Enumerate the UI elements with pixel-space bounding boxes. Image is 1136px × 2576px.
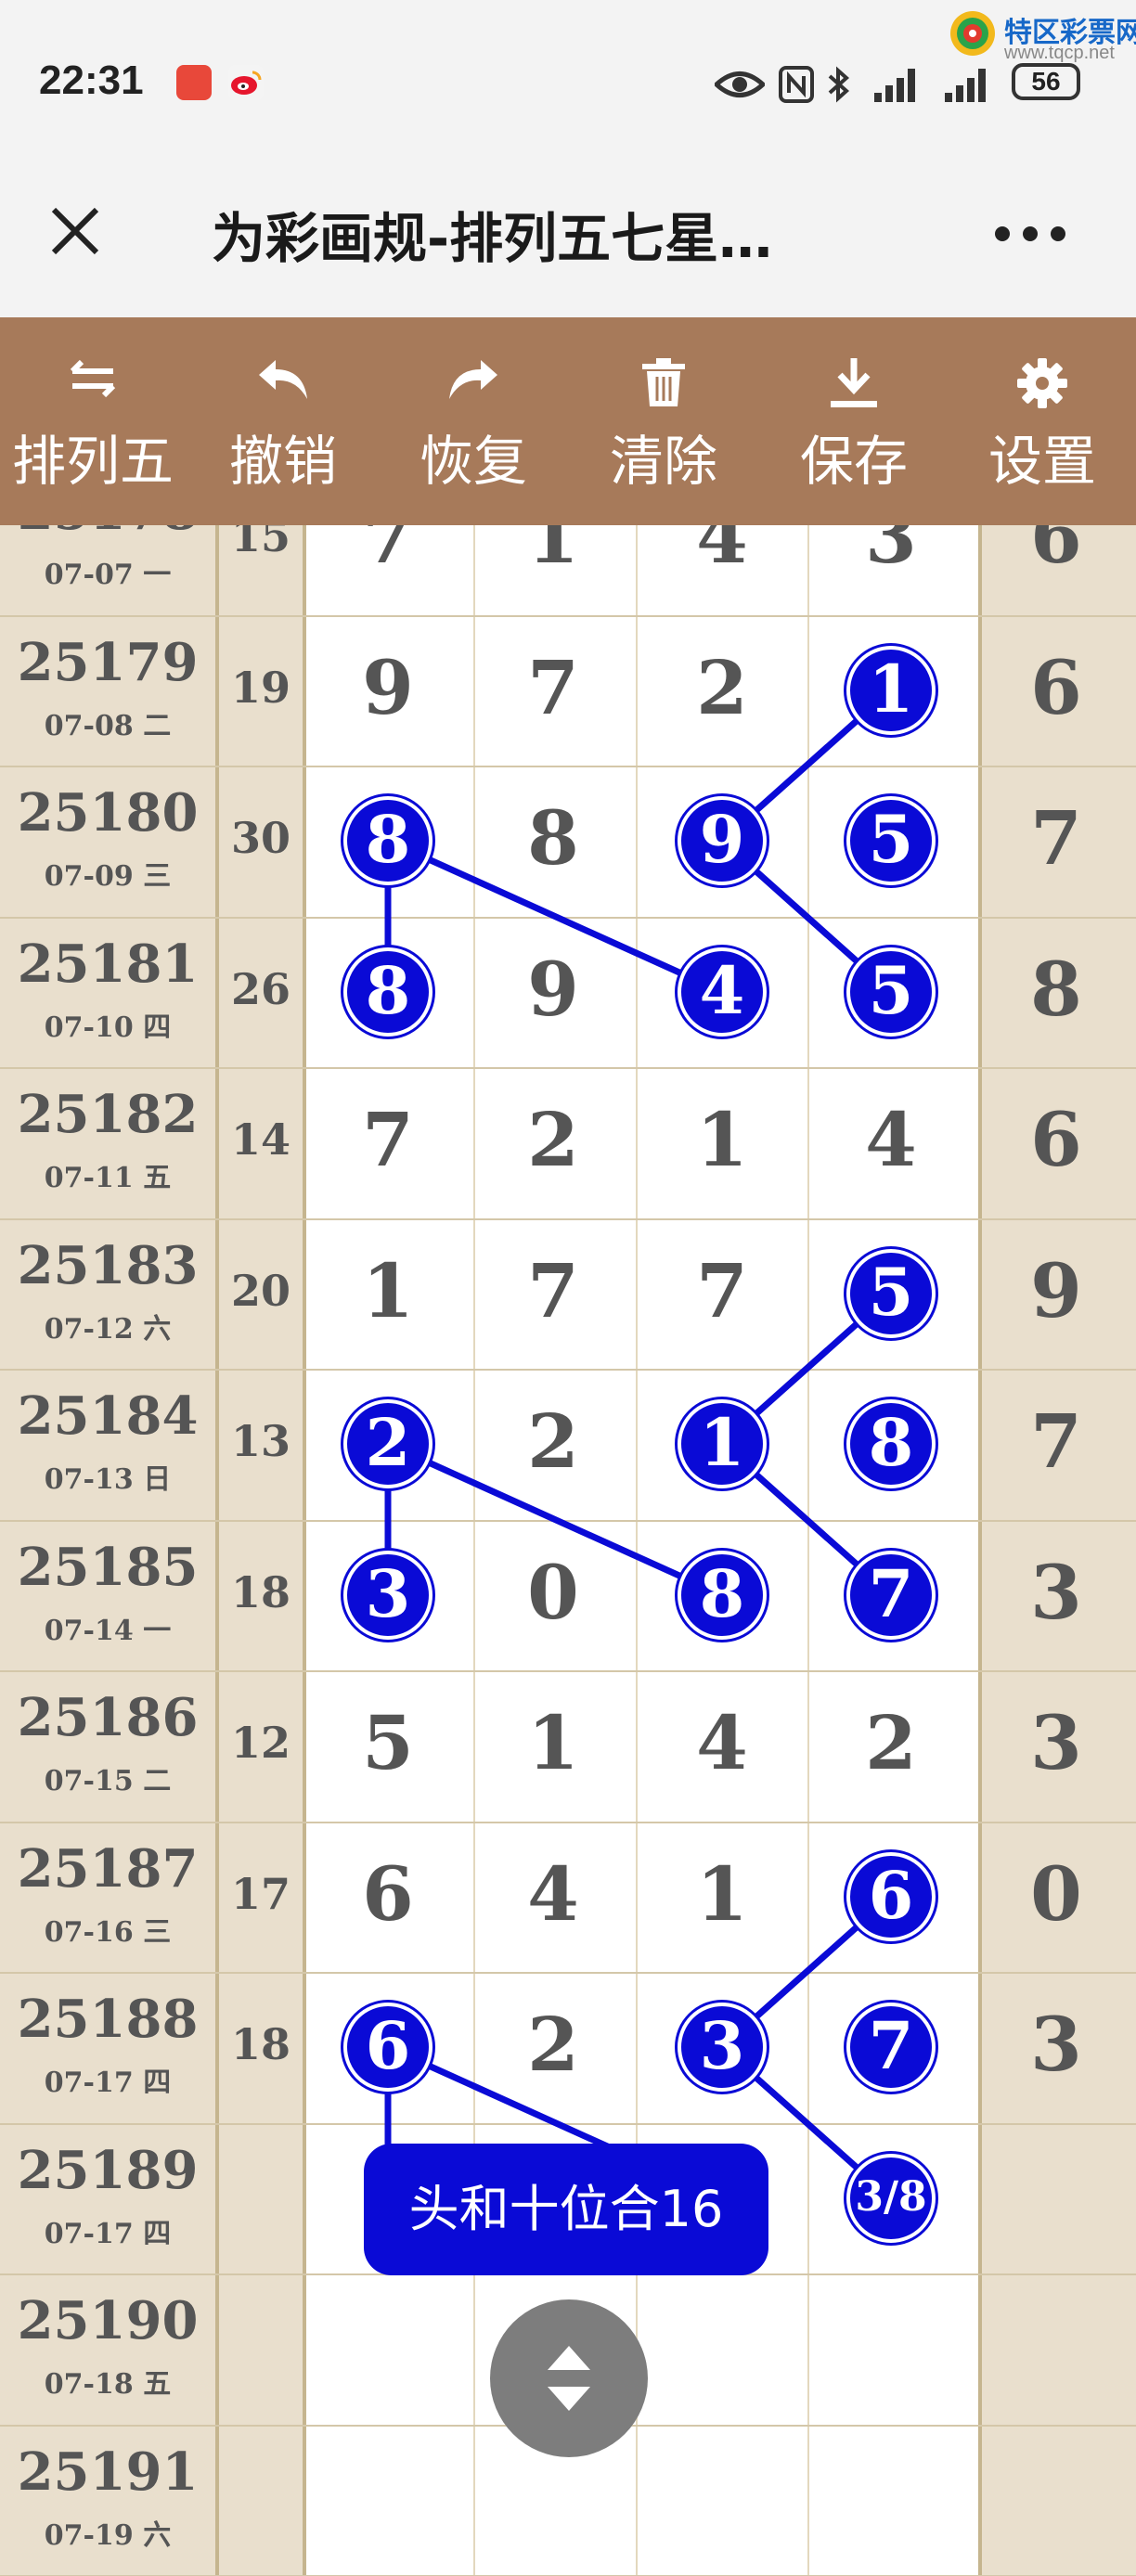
settings-button[interactable]: 设置: [954, 317, 1130, 525]
notification-app-icon: [176, 65, 212, 100]
toolbar-label: 恢复: [419, 430, 527, 493]
highlight-ball[interactable]: 8: [846, 1399, 936, 1489]
toolbar-label: 设置: [988, 430, 1096, 493]
toolbar-label: 撤销: [228, 430, 337, 493]
undo-icon: [259, 360, 307, 399]
save-button[interactable]: 保存: [766, 317, 942, 525]
highlight-ball[interactable]: 8: [343, 796, 432, 886]
highlight-ball[interactable]: 8: [343, 947, 432, 1037]
signal-icon-2: [945, 69, 986, 102]
highlight-ball[interactable]: 7: [846, 2003, 936, 2093]
highlight-ball[interactable]: 3/8: [846, 2153, 936, 2243]
highlight-ball[interactable]: 5: [846, 947, 936, 1037]
highlight-ball[interactable]: 9: [678, 796, 767, 886]
highlight-ball[interactable]: 2: [343, 1399, 432, 1489]
watermark-logo-icon: [950, 11, 995, 56]
toolbar-label: 排列五: [11, 430, 174, 493]
status-bar: 22:31 56 特区彩票网 www.tqcp.net: [0, 0, 1136, 167]
weibo-icon: [228, 65, 264, 100]
toolbar: 排列五 撤销 恢复 清除 保存 设置: [0, 317, 1136, 525]
highlight-ball[interactable]: 5: [846, 796, 936, 886]
nfc-icon: [779, 66, 814, 103]
highlight-ball[interactable]: 7: [846, 1550, 936, 1640]
highlight-ball[interactable]: 5: [846, 1248, 936, 1338]
redo-icon: [449, 360, 497, 399]
scroll-toggle-button[interactable]: [490, 2299, 648, 2457]
toolbar-label: 保存: [799, 430, 908, 493]
page-title: 为彩画规-排列五七星…: [212, 207, 773, 270]
signal-icon: [874, 69, 915, 102]
expand-collapse-icon: [548, 2346, 590, 2411]
highlight-ball[interactable]: 8: [678, 1550, 767, 1640]
watermark-url: www.tqcp.net: [1004, 43, 1115, 63]
highlight-ball[interactable]: 1: [846, 645, 936, 735]
undo-button[interactable]: 撤销: [195, 317, 371, 525]
battery-indicator: 56: [1012, 63, 1080, 100]
download-icon: [831, 358, 877, 407]
lottery-type-button[interactable]: 排列五: [5, 317, 181, 525]
toolbar-label: 清除: [609, 430, 717, 493]
highlight-ball[interactable]: 6: [846, 1851, 936, 1941]
close-icon[interactable]: [46, 202, 104, 260]
highlight-ball[interactable]: 1: [678, 1399, 767, 1489]
redo-button[interactable]: 恢复: [385, 317, 562, 525]
gear-icon: [1017, 358, 1067, 408]
status-time: 22:31: [39, 58, 144, 103]
highlight-ball[interactable]: 3: [678, 2003, 767, 2093]
eye-icon: [715, 71, 765, 97]
highlight-ball[interactable]: 6: [343, 2003, 432, 2093]
annotation-note[interactable]: 头和十位合16: [364, 2144, 768, 2275]
highlight-ball[interactable]: 4: [678, 947, 767, 1037]
trend-line: [386, 1441, 724, 1598]
trash-icon: [642, 358, 685, 406]
trend-line: [386, 838, 724, 995]
swap-icon: [70, 359, 116, 398]
more-menu-icon[interactable]: [993, 225, 1067, 243]
bluetooth-icon: [828, 66, 850, 103]
clear-button[interactable]: 清除: [575, 317, 752, 525]
highlight-ball[interactable]: 3: [343, 1550, 432, 1640]
